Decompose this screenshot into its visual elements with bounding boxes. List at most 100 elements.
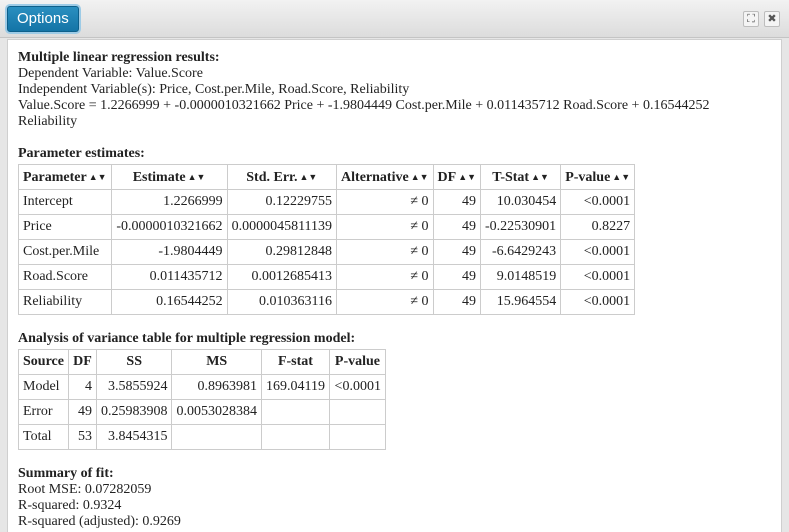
cell-p-value: <0.0001 (560, 239, 636, 265)
cell-df: 49 (432, 239, 482, 265)
column-header-std-err[interactable]: Std. Err. ▲▼ (226, 164, 338, 190)
cell-p-value: <0.0001 (560, 189, 636, 215)
cell-estimate: -1.9804449 (110, 239, 228, 265)
cell-ms: 0.8963981 (171, 374, 262, 400)
cell-parameter: Reliability (18, 289, 112, 315)
sort-icon: ▲▼ (612, 171, 631, 182)
anova-header-ms: MS (171, 349, 262, 375)
anova-table: Source DF SS MS F-stat P-value Model 4 3… (18, 349, 386, 450)
cell-ss: 3.8454315 (95, 424, 173, 450)
cell-ss: 0.25983908 (95, 399, 173, 425)
cell-source: Total (18, 424, 69, 450)
anova-header-f-stat: F-stat (260, 349, 330, 375)
cell-p-value: 0.8227 (560, 214, 636, 240)
cell-std-err: 0.010363116 (226, 289, 338, 315)
cell-p-value (328, 424, 386, 450)
cell-estimate: 0.011435712 (110, 264, 228, 290)
cell-f-stat (260, 424, 330, 450)
cell-std-err: 0.0012685413 (226, 264, 338, 290)
cell-parameter: Intercept (18, 189, 112, 215)
cell-f-stat (260, 399, 330, 425)
cell-t-stat: -0.22530901 (480, 214, 562, 240)
cell-t-stat: 10.030454 (480, 189, 562, 215)
cell-ms: 0.0053028384 (171, 399, 262, 425)
table-row: Error 49 0.25983908 0.0053028384 (18, 399, 386, 425)
cell-alternative: ≠ 0 (336, 264, 434, 290)
table-header-row: Parameter ▲▼ Estimate ▲▼ Std. Err. ▲▼ Alter… (18, 164, 636, 190)
cell-alternative: ≠ 0 (336, 189, 434, 215)
cell-source: Model (18, 374, 69, 400)
cell-p-value: <0.0001 (328, 374, 386, 400)
column-header-alternative[interactable]: Alternative ▲▼ (336, 164, 434, 190)
cell-df: 49 (67, 399, 97, 425)
table-row: Intercept 1.2266999 0.12229755 ≠ 0 49 10… (18, 189, 636, 215)
table-row: Road.Score 0.011435712 0.0012685413 ≠ 0 … (18, 264, 636, 290)
table-row: Reliability 0.16544252 0.010363116 ≠ 0 4… (18, 289, 636, 315)
anova-heading: Analysis of variance table for multiple … (18, 331, 356, 346)
sort-icon: ▲▼ (299, 171, 318, 182)
sort-icon: ▲▼ (410, 171, 429, 182)
regression-heading: Multiple linear regression results: (18, 50, 220, 65)
cell-parameter: Road.Score (18, 264, 112, 290)
cell-ss: 3.5855924 (95, 374, 173, 400)
cell-df: 53 (67, 424, 97, 450)
cell-t-stat: 9.0148519 (480, 264, 562, 290)
regression-equation: Value.Score = 1.2266999 + -0.00000103216… (18, 98, 710, 113)
regression-equation-continued: Reliability (18, 114, 78, 129)
column-header-parameter[interactable]: Parameter ▲▼ (18, 164, 112, 190)
cell-alternative: ≠ 0 (336, 239, 434, 265)
options-button[interactable]: Options (7, 6, 79, 32)
cell-p-value: <0.0001 (560, 289, 636, 315)
sort-icon: ▲▼ (187, 171, 206, 182)
anova-header-ss: SS (95, 349, 173, 375)
r-squared: R-squared: 0.9324 (18, 498, 122, 513)
close-icon[interactable]: ✖ (764, 11, 780, 27)
anova-header-df: DF (67, 349, 97, 375)
independent-variables: Independent Variable(s): Price, Cost.per… (18, 82, 410, 97)
cell-df: 4 (67, 374, 97, 400)
cell-t-stat: 15.964554 (480, 289, 562, 315)
anova-header-p-value: P-value (328, 349, 386, 375)
r-squared-adjusted: R-squared (adjusted): 0.9269 (18, 514, 181, 529)
title-bar: Options ⛶ ✖ (0, 0, 789, 38)
cell-ms (171, 424, 262, 450)
cell-df: 49 (432, 189, 482, 215)
cell-df: 49 (432, 214, 482, 240)
cell-std-err: 0.0000045811139 (226, 214, 338, 240)
cell-parameter: Cost.per.Mile (18, 239, 112, 265)
cell-estimate: -0.0000010321662 (110, 214, 228, 240)
table-header-row: Source DF SS MS F-stat P-value (18, 349, 386, 375)
cell-alternative: ≠ 0 (336, 289, 434, 315)
cell-p-value: <0.0001 (560, 264, 636, 290)
cell-std-err: 0.29812848 (226, 239, 338, 265)
anova-header-source: Source (18, 349, 69, 375)
table-row: Price -0.0000010321662 0.0000045811139 ≠… (18, 214, 636, 240)
cell-t-stat: -6.6429243 (480, 239, 562, 265)
table-row: Model 4 3.5855924 0.8963981 169.04119 <0… (18, 374, 386, 400)
root-mse: Root MSE: 0.07282059 (18, 482, 152, 497)
sort-icon: ▲▼ (458, 171, 477, 182)
param-estimates-heading: Parameter estimates: (18, 146, 145, 161)
column-header-p-value[interactable]: P-value ▲▼ (560, 164, 636, 190)
cell-estimate: 0.16544252 (110, 289, 228, 315)
cell-p-value (328, 399, 386, 425)
sort-icon: ▲▼ (88, 171, 107, 182)
column-header-df[interactable]: DF ▲▼ (432, 164, 482, 190)
table-row: Total 53 3.8454315 (18, 424, 386, 450)
column-header-estimate[interactable]: Estimate ▲▼ (110, 164, 228, 190)
cell-df: 49 (432, 264, 482, 290)
cell-std-err: 0.12229755 (226, 189, 338, 215)
cell-alternative: ≠ 0 (336, 214, 434, 240)
cell-source: Error (18, 399, 69, 425)
cell-estimate: 1.2266999 (110, 189, 228, 215)
dependent-variable: Dependent Variable: Value.Score (18, 66, 203, 81)
cell-f-stat: 169.04119 (260, 374, 330, 400)
column-header-t-stat[interactable]: T-Stat ▲▼ (480, 164, 562, 190)
cell-parameter: Price (18, 214, 112, 240)
sort-icon: ▲▼ (531, 171, 549, 182)
param-estimates-table: Parameter ▲▼ Estimate ▲▼ Std. Err. ▲▼ Alter… (18, 164, 636, 315)
table-row: Cost.per.Mile -1.9804449 0.29812848 ≠ 0 … (18, 239, 636, 265)
cell-df: 49 (432, 289, 482, 315)
expand-icon[interactable]: ⛶ (743, 11, 759, 27)
results-panel: Multiple linear regression results: Depe… (7, 39, 782, 532)
